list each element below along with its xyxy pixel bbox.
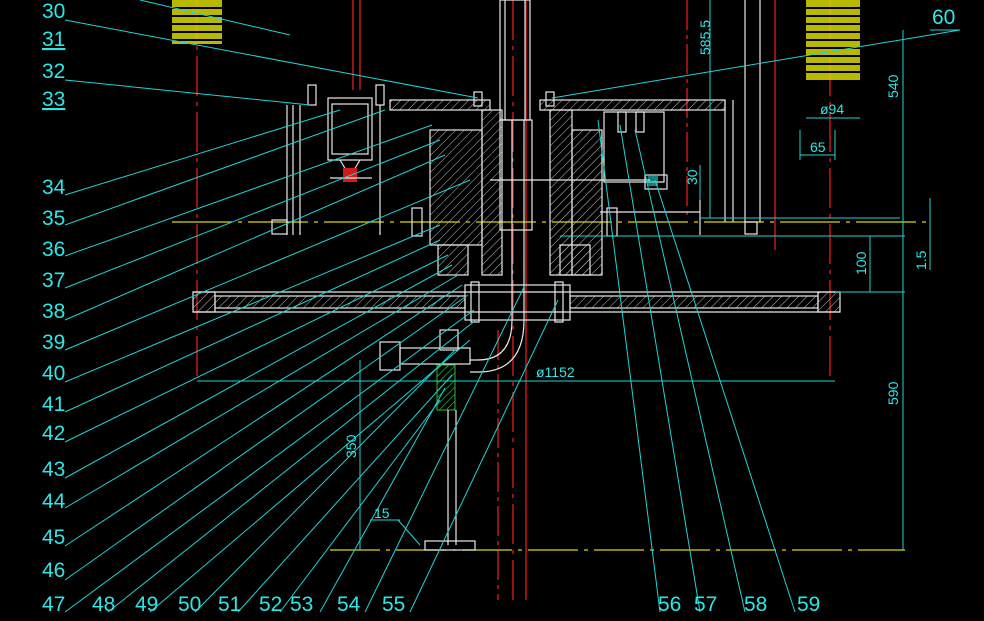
label-57: 57 <box>694 593 717 616</box>
label-35: 35 <box>42 207 65 230</box>
label-50: 50 <box>178 593 201 616</box>
dim-540: 540 <box>885 74 901 98</box>
label-39: 39 <box>42 331 65 354</box>
label-43: 43 <box>42 458 65 481</box>
label-46: 46 <box>42 559 65 582</box>
label-33: 33 <box>42 88 65 111</box>
label-38: 38 <box>42 300 65 323</box>
dim-30: 30 <box>684 169 700 185</box>
label-54: 54 <box>337 593 361 616</box>
dimension-texts: 585.5 540 ø94 65 30 100 1.5 ø1152 590 35… <box>343 20 929 521</box>
label-55: 55 <box>382 593 405 616</box>
label-31: 31 <box>42 28 65 51</box>
threaded-roll-right <box>806 0 860 80</box>
label-45: 45 <box>42 526 65 549</box>
dim-350: 350 <box>343 434 359 458</box>
label-59: 59 <box>797 593 820 616</box>
dim-585-5: 585.5 <box>697 20 713 55</box>
label-60: 60 <box>932 6 955 29</box>
label-53: 53 <box>290 593 313 616</box>
label-37: 37 <box>42 269 65 292</box>
label-44: 44 <box>42 490 66 513</box>
label-32: 32 <box>42 60 65 83</box>
dim-65: 65 <box>810 139 826 155</box>
dim-94: ø94 <box>820 101 844 117</box>
label-30: 30 <box>42 0 65 23</box>
label-52: 52 <box>259 593 282 616</box>
label-34: 34 <box>42 176 66 199</box>
label-40: 40 <box>42 362 65 385</box>
label-48: 48 <box>92 593 115 616</box>
label-36: 36 <box>42 238 65 261</box>
threaded-roll-left <box>172 0 222 44</box>
dim-1152: ø1152 <box>536 364 575 380</box>
label-47: 47 <box>42 593 65 616</box>
dim-15: 15 <box>374 505 390 521</box>
dim-100: 100 <box>853 251 869 275</box>
dim-590: 590 <box>885 381 901 405</box>
label-58: 58 <box>744 593 767 616</box>
cad-drawing: 30 31 32 33 34 35 36 37 38 39 40 41 42 4… <box>0 0 984 621</box>
dim-1-5: 1.5 <box>913 250 929 270</box>
label-41: 41 <box>42 393 65 416</box>
label-56: 56 <box>658 593 681 616</box>
label-51: 51 <box>218 593 241 616</box>
label-42: 42 <box>42 422 65 445</box>
label-49: 49 <box>135 593 158 616</box>
